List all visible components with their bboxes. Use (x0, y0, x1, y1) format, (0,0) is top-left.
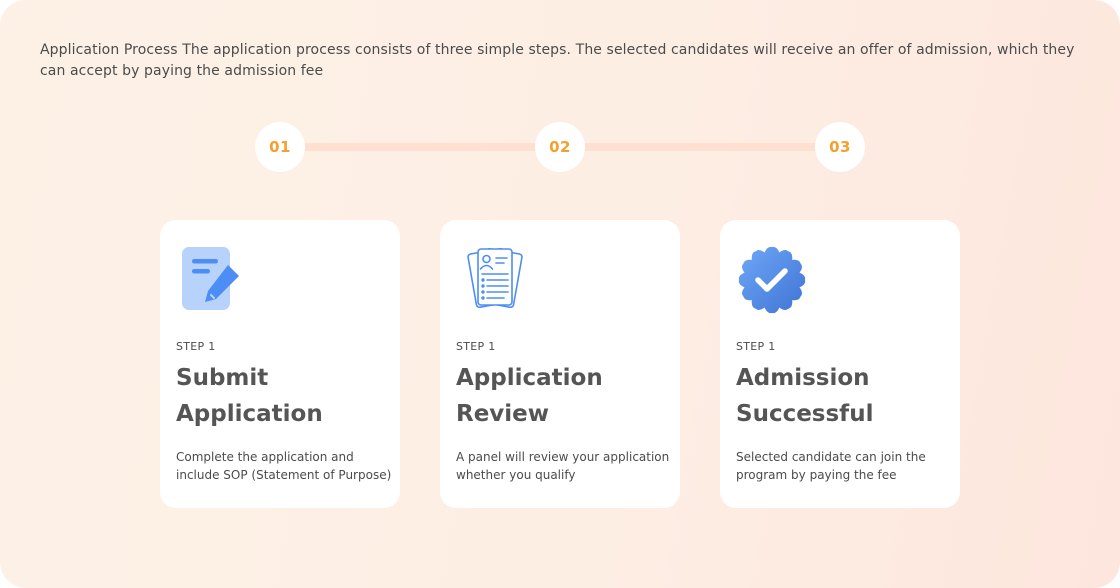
card-title: Submit Application (176, 365, 323, 427)
card-description: Selected candidate can join the program … (736, 450, 926, 482)
step-label: STEP 1 (456, 340, 496, 353)
step-card-application-review: STEP 1 Application Review A panel will r… (440, 220, 680, 508)
step-card-admission-successful: STEP 1 Admission Successful Selected can… (720, 220, 960, 508)
verified-badge-icon (736, 244, 808, 316)
timeline-step-02: 02 (535, 122, 585, 172)
card-description: A panel will review your application whe… (456, 450, 670, 482)
application-process-panel: Application Process The application proc… (0, 0, 1120, 588)
timeline-step-01: 01 (255, 122, 305, 172)
step-label: STEP 1 (176, 340, 216, 353)
step-card-submit-application: STEP 1 Submit Application Complete the a… (160, 220, 400, 508)
timeline-step-03: 03 (815, 122, 865, 172)
step-label: STEP 1 (736, 340, 776, 353)
card-title: Admission Successful (736, 365, 874, 427)
card-title: Application Review (456, 365, 603, 427)
card-description: Complete the application and include SOP… (176, 450, 392, 482)
resume-document-icon (456, 244, 528, 316)
document-edit-icon (176, 244, 248, 316)
intro-text: Application Process The application proc… (40, 42, 1075, 79)
